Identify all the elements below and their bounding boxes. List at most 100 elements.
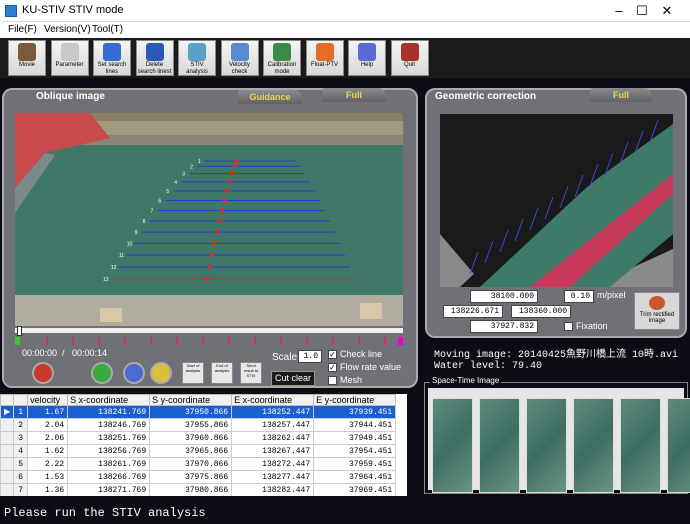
toolbar-stiv-analysis-button[interactable]: STIV analysis bbox=[178, 40, 216, 76]
row-number[interactable]: 7 bbox=[13, 483, 29, 496]
table-cell[interactable]: 37965.866 bbox=[149, 444, 233, 458]
send-result-button[interactable]: Send result to STIV bbox=[240, 362, 262, 384]
row-number[interactable]: 3 bbox=[13, 431, 29, 445]
table-cell[interactable]: 138261.769 bbox=[67, 457, 151, 471]
row-number[interactable]: 6 bbox=[13, 470, 29, 484]
space-time-thumbnail[interactable] bbox=[479, 398, 520, 493]
geo-field-2[interactable]: 0.10 bbox=[564, 290, 594, 303]
row-selector[interactable] bbox=[0, 444, 15, 458]
table-row[interactable]: 4 1.62 138256.769 37965.866 138267.447 37954.… bbox=[0, 444, 397, 458]
table-cell[interactable]: 1.62 bbox=[27, 444, 69, 458]
row-selector[interactable]: ▶ bbox=[0, 405, 15, 419]
table-cell[interactable]: 138277.447 bbox=[231, 470, 315, 484]
column-header[interactable]: S x-coordinate bbox=[67, 394, 151, 406]
table-cell[interactable]: 37959.451 bbox=[313, 457, 397, 471]
table-row[interactable]: ▶ 1 1.67 138241.769 37950.866 138252.447 37939… bbox=[0, 405, 397, 419]
row-number[interactable]: 2 bbox=[13, 418, 29, 432]
table-cell[interactable]: 37964.451 bbox=[313, 470, 397, 484]
space-time-thumbnail[interactable] bbox=[620, 398, 661, 493]
toolbar-calibration-button[interactable]: Calibration mode bbox=[263, 40, 301, 76]
table-cell[interactable]: 138241.769 bbox=[67, 405, 151, 419]
table-cell[interactable]: 138256.769 bbox=[67, 444, 151, 458]
close-button[interactable]: ✕ bbox=[644, 0, 690, 22]
geo-field-5[interactable]: 37927.832 bbox=[470, 320, 538, 333]
menu-file[interactable]: File(F) bbox=[8, 24, 37, 35]
toolbar-float-ptv-button[interactable]: Float-PTV bbox=[305, 40, 344, 76]
flow-rate-checkbox[interactable]: ✓ bbox=[328, 363, 337, 372]
geo-field-3[interactable]: 138226.671 bbox=[443, 305, 503, 318]
toolbar-quit-button[interactable]: Quit bbox=[390, 40, 429, 76]
row-selector[interactable] bbox=[0, 418, 15, 432]
table-cell[interactable]: 37944.451 bbox=[313, 418, 397, 432]
tab-guidance[interactable]: Guidance bbox=[238, 90, 302, 104]
table-cell[interactable]: 37980.866 bbox=[149, 483, 233, 496]
table-row[interactable]: 3 2.06 138251.769 37960.866 138262.447 37949.… bbox=[0, 431, 397, 445]
row-selector[interactable] bbox=[0, 483, 15, 496]
table-cell[interactable]: 37969.451 bbox=[313, 483, 397, 496]
space-time-thumbnail[interactable] bbox=[526, 398, 567, 493]
table-row[interactable]: 2 2.04 138246.769 37955.866 138257.447 37944.… bbox=[0, 418, 397, 432]
rectified-image[interactable] bbox=[440, 114, 673, 287]
row-number[interactable]: 1 bbox=[13, 405, 29, 419]
cut-clear-button[interactable]: Cut clear bbox=[271, 371, 315, 386]
table-cell[interactable]: 2.06 bbox=[27, 431, 69, 445]
row-number[interactable]: 5 bbox=[13, 457, 29, 471]
table-cell[interactable]: 1.36 bbox=[27, 483, 69, 496]
table-cell[interactable]: 138272.447 bbox=[231, 457, 315, 471]
space-time-thumbnail[interactable] bbox=[432, 398, 473, 493]
table-cell[interactable]: 138271.769 bbox=[67, 483, 151, 496]
menu-version[interactable]: Version(V) bbox=[44, 24, 91, 35]
table-cell[interactable]: 138267.447 bbox=[231, 444, 315, 458]
timeline-handle[interactable] bbox=[17, 326, 22, 336]
tab-full-geometric[interactable]: Full bbox=[590, 88, 652, 102]
tab-full-oblique[interactable]: Full bbox=[322, 88, 386, 102]
table-row[interactable]: 5 2.22 138261.769 37970.866 138272.447 37959.… bbox=[0, 457, 397, 471]
table-cell[interactable]: 138251.769 bbox=[67, 431, 151, 445]
table-cell[interactable]: 37970.866 bbox=[149, 457, 233, 471]
row-selector[interactable] bbox=[0, 470, 15, 484]
column-header[interactable]: S y-coordinate bbox=[149, 394, 233, 406]
table-cell[interactable]: 37954.451 bbox=[313, 444, 397, 458]
check-line-checkbox[interactable]: ✓ bbox=[328, 350, 337, 359]
play-button[interactable] bbox=[91, 362, 113, 384]
menu-tool[interactable]: Tool(T) bbox=[92, 24, 123, 35]
row-selector[interactable] bbox=[0, 431, 15, 445]
table-row[interactable]: 7 1.36 138271.769 37980.866 138282.447 37969.… bbox=[0, 483, 397, 496]
trim-rectified-button[interactable]: Trim rectified image bbox=[634, 292, 680, 330]
table-cell[interactable]: 138246.769 bbox=[67, 418, 151, 432]
table-cell[interactable]: 138282.447 bbox=[231, 483, 315, 496]
table-cell[interactable]: 37955.866 bbox=[149, 418, 233, 432]
toolbar-movie-button[interactable]: Movie bbox=[8, 40, 46, 76]
geo-field-1[interactable]: 38100.000 bbox=[470, 290, 538, 303]
table-cell[interactable]: 138252.447 bbox=[231, 405, 315, 419]
timeline-track[interactable] bbox=[15, 328, 403, 333]
mesh-checkbox[interactable] bbox=[328, 376, 337, 385]
table-cell[interactable]: 138257.447 bbox=[231, 418, 315, 432]
scale-input[interactable]: 1.0 bbox=[298, 350, 322, 363]
toolbar-parameter-button[interactable]: Parameter bbox=[50, 40, 89, 76]
toolbar-delete-search-lines-button[interactable]: Delete search linest bbox=[135, 40, 174, 76]
oblique-video[interactable]: 1 2 3 4 5 6 7 8 9 10 11 12 13 bbox=[15, 113, 403, 326]
table-row[interactable]: 6 1.53 138266.769 37975.866 138277.447 37964.… bbox=[0, 470, 397, 484]
end-of-analysis-button[interactable]: End of analysis bbox=[211, 362, 233, 384]
start-of-analysis-button[interactable]: Start of analysis bbox=[182, 362, 204, 384]
table-cell[interactable]: 2.22 bbox=[27, 457, 69, 471]
row-selector[interactable] bbox=[0, 457, 15, 471]
table-cell[interactable]: 138266.769 bbox=[67, 470, 151, 484]
row-number[interactable]: 4 bbox=[13, 444, 29, 458]
space-time-thumbnail[interactable] bbox=[667, 398, 690, 493]
table-cell[interactable]: 37975.866 bbox=[149, 470, 233, 484]
fast-forward-button[interactable] bbox=[123, 362, 145, 384]
space-time-thumbnail[interactable] bbox=[573, 398, 614, 493]
column-header[interactable]: E y-coordinate bbox=[313, 394, 397, 406]
table-cell[interactable]: 37949.451 bbox=[313, 431, 397, 445]
toolbar-velocity-check-button[interactable]: Velocity check bbox=[220, 40, 259, 76]
table-cell[interactable]: 37939.451 bbox=[313, 405, 397, 419]
column-header[interactable]: velocity bbox=[27, 394, 69, 406]
column-header[interactable]: E x-coordinate bbox=[231, 394, 315, 406]
table-cell[interactable]: 37960.866 bbox=[149, 431, 233, 445]
table-cell[interactable]: 37950.866 bbox=[149, 405, 233, 419]
table-cell[interactable]: 1.67 bbox=[27, 405, 69, 419]
fixation-checkbox[interactable] bbox=[564, 322, 573, 331]
record-button[interactable] bbox=[150, 362, 172, 384]
